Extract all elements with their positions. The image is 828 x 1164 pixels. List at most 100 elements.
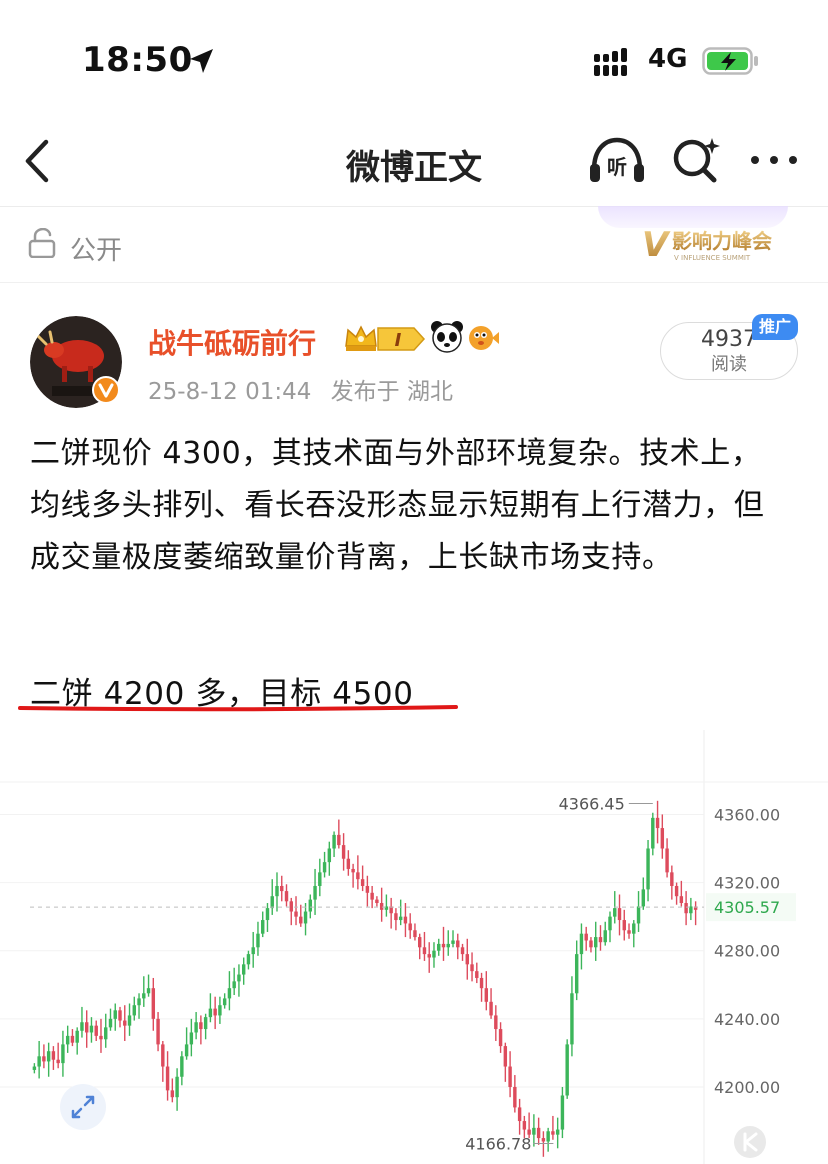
member-level-value: I (395, 330, 402, 351)
candle-body (318, 872, 322, 886)
search-icon[interactable] (668, 134, 724, 186)
candle-body (413, 930, 417, 938)
candle-body (665, 848, 669, 873)
candle-body (613, 908, 617, 917)
kline-k-icon (743, 1132, 758, 1152)
candle-body (189, 1032, 194, 1045)
candle-body (365, 885, 370, 893)
candle-body (89, 1025, 94, 1033)
candle-body (408, 923, 412, 931)
candle-body (532, 1127, 536, 1135)
section-divider (0, 282, 828, 283)
unlock-icon (28, 228, 56, 258)
panda-icon (431, 321, 463, 353)
kline-source-badge[interactable] (734, 1126, 766, 1158)
candle-body (584, 933, 588, 941)
candle-body (70, 1035, 75, 1043)
candle-body (508, 1066, 512, 1087)
influence-summit-logo[interactable]: V 影响力峰会 V INFLUENCE SUMMIT (640, 224, 778, 266)
candle-body (294, 911, 298, 917)
candle-body (351, 868, 355, 873)
candle-body (151, 988, 156, 1019)
candle-body (541, 1138, 546, 1142)
visibility-label: 公开 (70, 236, 123, 266)
candle-body (479, 977, 484, 989)
candle-body (403, 916, 408, 924)
candle-body (84, 1022, 89, 1033)
candle-body (232, 981, 236, 989)
y-tick-label: 4240.00 (714, 1010, 780, 1029)
expand-chart-button[interactable] (60, 1084, 106, 1130)
candle-body (551, 1131, 555, 1135)
candle-body (565, 1044, 569, 1096)
candle-body (594, 937, 598, 948)
candle-body (94, 1025, 98, 1036)
candle-body (165, 1066, 170, 1091)
listen-label: 听 (607, 155, 627, 179)
y-tick-label: 4200.00 (714, 1078, 780, 1097)
candle-body (456, 940, 460, 948)
candle-body (446, 943, 450, 948)
candle-body (470, 964, 474, 972)
candle-body (108, 1018, 113, 1028)
candle-body (208, 1008, 213, 1018)
candle-body (570, 993, 574, 1045)
candle-body (123, 1020, 127, 1026)
member-level-badge[interactable]: I (344, 324, 428, 354)
post-body: 二饼现价 4300，其技术面与外部环境复杂。技术上，均线多头排列、看长吞没形态显… (30, 436, 765, 575)
summit-logo-text: 影响力峰会 (672, 229, 772, 253)
candle-body (80, 1022, 84, 1031)
candle-body (670, 872, 674, 886)
candle-body (32, 1066, 37, 1070)
candle-body (284, 891, 289, 902)
username[interactable]: 战牛砥砺前行 (148, 322, 316, 362)
candle-body (522, 1121, 527, 1130)
candle-body (517, 1107, 522, 1122)
candle-body (346, 858, 351, 869)
candle-body (142, 993, 146, 999)
candle-body (475, 971, 479, 978)
candle-body (574, 954, 579, 994)
read-count-label: 阅读 (711, 354, 747, 375)
post-location: 发布于 湖北 (330, 379, 453, 405)
battery-charging-icon (702, 47, 758, 75)
listen-headphones-icon[interactable]: 听 (588, 134, 646, 186)
candle-body (489, 1001, 493, 1016)
candle-body (422, 947, 427, 955)
candle-body (494, 1015, 498, 1030)
candle-body (417, 937, 422, 948)
candle-body (170, 1090, 175, 1098)
candle-body (498, 1029, 503, 1047)
y-tick-label: 4320.00 (714, 874, 780, 893)
candle-body (641, 889, 646, 907)
candle-body (627, 930, 631, 934)
candle-body (432, 950, 436, 958)
y-tick-label: 4280.00 (714, 942, 780, 961)
candle-body (636, 906, 641, 924)
summit-logo-letter: V (642, 225, 671, 265)
pufferfish-icon (469, 326, 499, 350)
network-type: 4G (648, 44, 688, 74)
candle-body (370, 892, 374, 900)
candle-body (341, 845, 346, 859)
promo-badge[interactable]: 推广 (752, 314, 798, 340)
candlestick-chart[interactable]: 4360.00 4320.00 4280.00 4240.00 4200.00 4305.… (0, 730, 828, 1164)
candle-body (118, 1010, 122, 1021)
location-arrow-icon (190, 49, 213, 73)
candle-body (180, 1056, 184, 1077)
candle-body (398, 916, 403, 921)
candle-body (646, 848, 650, 890)
candle-body (622, 920, 626, 931)
expand-arrows-icon (71, 1095, 95, 1119)
candle-body (651, 817, 655, 849)
more-options-icon[interactable] (748, 150, 800, 170)
candle-body (261, 920, 265, 934)
candle-body (113, 1010, 117, 1019)
candle-body (684, 903, 688, 914)
candle-body (175, 1076, 179, 1098)
verified-badge-icon (92, 376, 120, 404)
candle-body (603, 930, 607, 943)
candle-body (237, 974, 241, 982)
candle-body (589, 940, 593, 948)
candle-body (660, 828, 665, 849)
